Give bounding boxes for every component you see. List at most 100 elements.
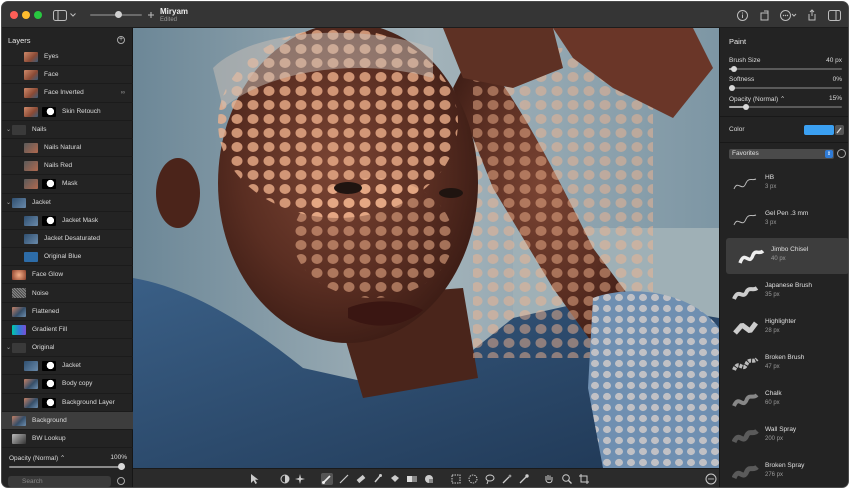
- pen-tool-icon[interactable]: [338, 473, 350, 485]
- document-title[interactable]: Miryam: [160, 7, 188, 16]
- layer-row[interactable]: Gradient Fill: [2, 321, 133, 339]
- brush-group-value: Favorites: [732, 150, 759, 157]
- eyedropper-icon[interactable]: [518, 473, 530, 485]
- zoom-in-icon[interactable]: [147, 8, 155, 22]
- brush-preset[interactable]: Wall Spray 200 px: [720, 418, 848, 454]
- brush-size: 3 px: [765, 220, 777, 226]
- brush-preset[interactable]: Gel Pen .3 mm 3 px: [720, 202, 848, 238]
- eyedropper-icon[interactable]: [835, 125, 844, 135]
- layer-thumbnail: [12, 324, 26, 335]
- color-adjust-icon[interactable]: [279, 473, 291, 485]
- layer-row[interactable]: Jacket Desaturated: [2, 230, 133, 249]
- layer-options-button[interactable]: [117, 477, 125, 485]
- paint-opacity-slider[interactable]: [729, 104, 842, 110]
- layer-row[interactable]: Body copy: [2, 375, 133, 394]
- brush-stroke-preview: [732, 281, 760, 305]
- layer-search-input[interactable]: Search: [8, 476, 111, 487]
- color-swatch[interactable]: [804, 125, 834, 135]
- layer-row[interactable]: Skin Retouch: [2, 103, 133, 121]
- layer-opacity-value[interactable]: 100%: [110, 454, 127, 461]
- sidebar-right-icon[interactable]: [827, 8, 841, 22]
- brush-list: HB 3 px Gel Pen .3 mm 3 px Jimbo Chisel 40 px…: [720, 166, 848, 487]
- brush-stroke-preview: [738, 245, 766, 269]
- layer-row[interactable]: ⌄ Original: [2, 339, 133, 358]
- sidebar-toggle-icon[interactable]: [52, 8, 68, 22]
- layer-row[interactable]: Background Layer: [2, 394, 133, 412]
- zoom-window-button[interactable]: [34, 11, 42, 19]
- brush-size-slider[interactable]: [729, 66, 842, 72]
- magic-icon[interactable]: [294, 473, 306, 485]
- brush-size-value[interactable]: 40 px: [826, 57, 842, 64]
- softness-label: Softness: [729, 76, 755, 83]
- paint-opacity-value[interactable]: 15%: [829, 95, 842, 102]
- more-icon[interactable]: [705, 473, 717, 485]
- brush-preset[interactable]: Chalk 60 px: [720, 382, 848, 418]
- layer-opacity-slider[interactable]: [9, 466, 125, 468]
- brush-preset[interactable]: Japanese Brush 35 px: [720, 274, 848, 310]
- brush-stroke-preview: [732, 389, 760, 413]
- layer-mask-thumbnail: [42, 215, 56, 226]
- shape-icon[interactable]: [423, 473, 435, 485]
- brush-size-knob[interactable]: [731, 66, 737, 72]
- chevron-down-icon[interactable]: [69, 8, 77, 22]
- crop-icon[interactable]: [578, 473, 590, 485]
- brush-group-select[interactable]: Favorites ⇕: [729, 149, 834, 159]
- ellipse-select-icon[interactable]: [467, 473, 479, 485]
- layer-row[interactable]: BW Lookup: [2, 430, 133, 449]
- add-layer-button[interactable]: +: [117, 36, 125, 44]
- layer-row[interactable]: Nails Natural: [2, 139, 133, 158]
- softness-knob[interactable]: [729, 85, 735, 91]
- arrow-tool-icon[interactable]: [249, 473, 261, 485]
- softness-slider[interactable]: [729, 85, 842, 91]
- brush-preset[interactable]: Broken Brush 47 px: [720, 346, 848, 382]
- layer-row[interactable]: Eyes: [2, 48, 133, 67]
- layer-row[interactable]: Nails Red: [2, 157, 133, 176]
- clone-icon[interactable]: [372, 473, 384, 485]
- brush-preset[interactable]: Highlighter 28 px: [720, 310, 848, 346]
- layer-row[interactable]: Face: [2, 66, 133, 85]
- layer-name: Noise: [32, 289, 49, 297]
- fill-icon[interactable]: [389, 473, 401, 485]
- layer-row[interactable]: ⌄ Nails: [2, 121, 133, 139]
- softness-value[interactable]: 0%: [833, 76, 842, 83]
- brush-stroke-preview: [732, 353, 760, 377]
- layer-row[interactable]: Jacket: [2, 357, 133, 376]
- magic-wand-icon[interactable]: [501, 473, 513, 485]
- layer-row[interactable]: Original Blue: [2, 248, 133, 267]
- info-icon[interactable]: [735, 8, 749, 22]
- share-icon[interactable]: [805, 8, 819, 22]
- brush-options-button[interactable]: [837, 149, 846, 158]
- brush-preset[interactable]: Jimbo Chisel 40 px: [726, 238, 848, 274]
- rotate-icon[interactable]: [757, 8, 771, 22]
- layer-opacity-slider-knob[interactable]: [118, 463, 125, 470]
- paint-opacity-knob[interactable]: [743, 104, 749, 110]
- layer-row[interactable]: Mask: [2, 175, 133, 194]
- layers-panel: Layers + Eyes Face Face Inverted ∞ Skin Reto…: [2, 28, 133, 487]
- disclosure-chevron-icon[interactable]: ⌄: [6, 199, 11, 206]
- brush-tool-icon[interactable]: [321, 473, 333, 485]
- brush-preset[interactable]: HB 3 px: [720, 166, 848, 202]
- layer-row[interactable]: Noise: [2, 284, 133, 303]
- gradient-icon[interactable]: [406, 473, 418, 485]
- rect-select-icon[interactable]: [450, 473, 462, 485]
- brush-preset[interactable]: Broken Spray 276 px: [720, 454, 848, 487]
- layer-row[interactable]: Flattened: [2, 303, 133, 321]
- layer-row[interactable]: Face Glow: [2, 266, 133, 285]
- title-bar: Miryam Edited: [2, 2, 848, 28]
- zoom-slider-knob[interactable]: [115, 11, 122, 18]
- layer-row[interactable]: Jacket Mask: [2, 212, 133, 230]
- close-window-button[interactable]: [10, 11, 18, 19]
- lasso-icon[interactable]: [484, 473, 496, 485]
- eraser-icon[interactable]: [355, 473, 367, 485]
- disclosure-chevron-icon[interactable]: ⌄: [6, 126, 11, 133]
- disclosure-chevron-icon[interactable]: ⌄: [6, 344, 11, 351]
- more-icon[interactable]: [779, 8, 797, 22]
- layer-row[interactable]: Background: [2, 411, 133, 430]
- image-canvas[interactable]: [133, 28, 719, 468]
- hand-icon[interactable]: [543, 473, 555, 485]
- layer-row[interactable]: Face Inverted ∞: [2, 84, 133, 103]
- zoom-icon[interactable]: [561, 473, 573, 485]
- paint-panel-title: Paint: [729, 37, 747, 46]
- layer-row[interactable]: ⌄ Jacket: [2, 194, 133, 212]
- minimize-window-button[interactable]: [22, 11, 30, 19]
